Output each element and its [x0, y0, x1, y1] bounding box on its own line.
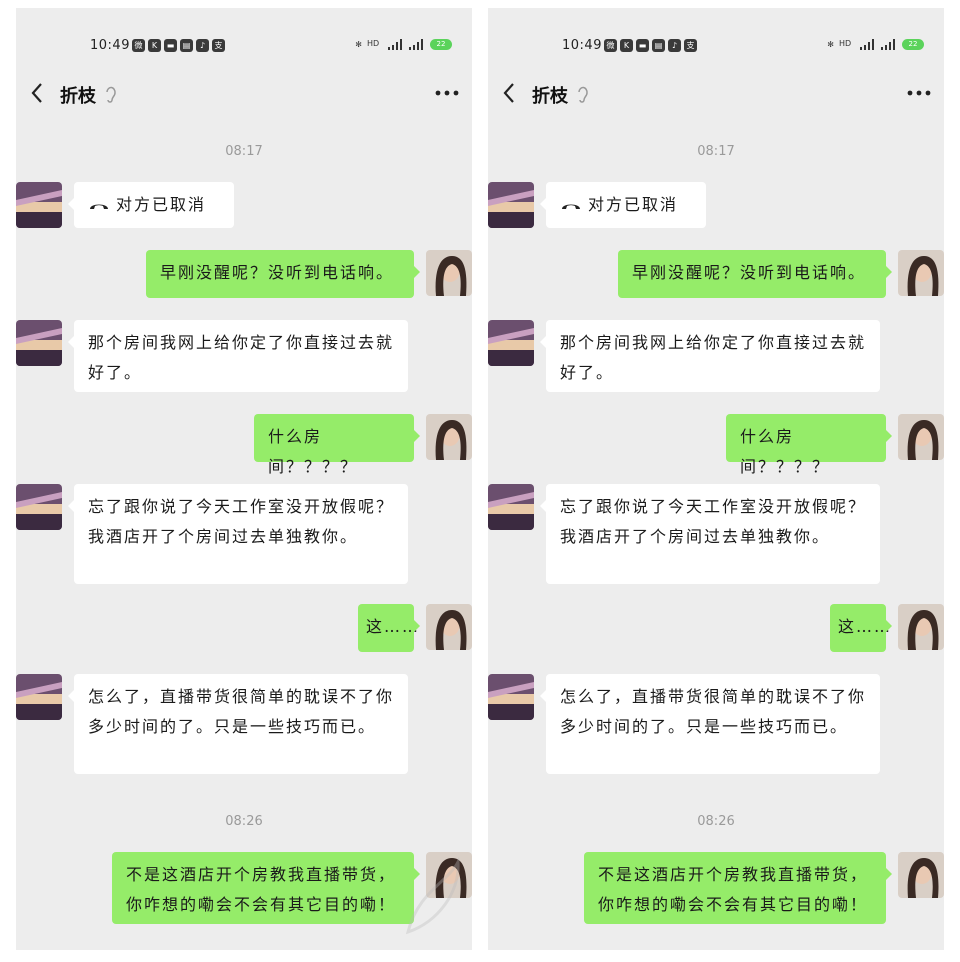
- message-bubble-outgoing[interactable]: 这……: [358, 604, 420, 652]
- message-bubble-outgoing[interactable]: 什么房间？？？？: [726, 414, 892, 476]
- more-options-icon[interactable]: [906, 86, 932, 100]
- watermark-graphic: [405, 856, 460, 935]
- app-notification-icon: ▬: [636, 39, 649, 52]
- message-timestamp: 08:17: [697, 144, 735, 159]
- contact-avatar[interactable]: [488, 182, 534, 228]
- contact-avatar[interactable]: [488, 484, 534, 530]
- message-timestamp: 08:26: [225, 814, 263, 829]
- signal-icon: [388, 39, 404, 50]
- back-arrow-icon[interactable]: [498, 78, 520, 108]
- voice-call-record[interactable]: 对方已取消: [68, 182, 234, 228]
- signal-icon: [409, 39, 425, 50]
- message-bubble-incoming[interactable]: 忘了跟你说了今天工作室没开放假呢？我酒店开了个房间过去单独教你。: [68, 484, 408, 584]
- message-bubble-outgoing[interactable]: 什么房间？？？？: [254, 414, 420, 476]
- status-bar: 10:49 微 K ▬ ▤ ♪ 支 ✻ HD 22: [488, 36, 944, 58]
- my-avatar[interactable]: [426, 414, 472, 460]
- message-timestamp: 08:17: [225, 144, 263, 159]
- voice-call-record[interactable]: 对方已取消: [540, 182, 706, 228]
- contact-avatar[interactable]: [488, 674, 534, 720]
- status-time: 10:49: [562, 38, 602, 53]
- my-avatar[interactable]: [898, 852, 944, 898]
- vibrate-icon: ✻: [827, 40, 834, 49]
- alipay-notification-icon: 支: [684, 39, 697, 52]
- notification-icons: 微 K ▬ ▤ ♪ 支: [132, 39, 225, 52]
- message-bubble-outgoing[interactable]: 不是这酒店开个房教我直播带货，你咋想的嘞会不会有其它目的嘞！: [112, 852, 420, 924]
- contact-avatar[interactable]: [16, 320, 62, 366]
- message-bubble-outgoing[interactable]: 早刚没醒呢？没听到电话响。: [618, 250, 892, 298]
- kuaishou-notification-icon: K: [620, 39, 633, 52]
- message-bubble-incoming[interactable]: 那个房间我网上给你定了你直接过去就好了。: [540, 320, 880, 392]
- signal-icon: [860, 39, 876, 50]
- chat-screen-left: 10:49 微 K ▬ ▤ ♪ 支 ✻ HD 22 折枝 08:17 对方已取消…: [16, 8, 472, 950]
- chat-header: 折枝: [488, 72, 944, 116]
- my-avatar[interactable]: [898, 250, 944, 296]
- message-bubble-outgoing[interactable]: 不是这酒店开个房教我直播带货，你咋想的嘞会不会有其它目的嘞！: [584, 852, 892, 924]
- app-notification-icon: ▤: [652, 39, 665, 52]
- notification-icons: 微 K ▬ ▤ ♪ 支: [604, 39, 697, 52]
- ear-icon: [578, 86, 588, 103]
- signal-icon: [881, 39, 897, 50]
- my-avatar[interactable]: [898, 414, 944, 460]
- app-notification-icon: ▤: [180, 39, 193, 52]
- battery-icon: 22: [430, 39, 452, 50]
- hd-icon: HD: [367, 39, 380, 48]
- douyin-notification-icon: ♪: [196, 39, 209, 52]
- wechat-notification-icon: 微: [132, 39, 145, 52]
- alipay-notification-icon: 支: [212, 39, 225, 52]
- chat-screen-right: 10:49 微 K ▬ ▤ ♪ 支 ✻ HD 22 折枝 08:17 对方已取消…: [488, 8, 944, 950]
- message-bubble-incoming[interactable]: 忘了跟你说了今天工作室没开放假呢？我酒店开了个房间过去单独教你。: [540, 484, 880, 584]
- status-time: 10:49: [90, 38, 130, 53]
- chat-title: 折枝: [60, 86, 96, 107]
- call-status-text: 对方已取消: [588, 195, 679, 214]
- status-bar: 10:49 微 K ▬ ▤ ♪ 支 ✻ HD 22: [16, 36, 472, 58]
- my-avatar[interactable]: [426, 604, 472, 650]
- message-bubble-outgoing[interactable]: 早刚没醒呢？没听到电话响。: [146, 250, 420, 298]
- contact-avatar[interactable]: [16, 674, 62, 720]
- message-bubble-incoming[interactable]: 怎么了，直播带货很简单的耽误不了你多少时间的了。只是一些技巧而已。: [68, 674, 408, 774]
- message-timestamp: 08:26: [697, 814, 735, 829]
- status-right: ✻ HD 22: [827, 39, 924, 50]
- chat-header: 折枝: [16, 72, 472, 116]
- contact-avatar[interactable]: [488, 320, 534, 366]
- chat-title: 折枝: [532, 86, 568, 107]
- contact-avatar[interactable]: [16, 182, 62, 228]
- back-arrow-icon[interactable]: [26, 78, 48, 108]
- douyin-notification-icon: ♪: [668, 39, 681, 52]
- my-avatar[interactable]: [426, 250, 472, 296]
- call-status-text: 对方已取消: [116, 195, 207, 214]
- phone-hangup-icon: [562, 204, 580, 209]
- ear-icon: [106, 86, 116, 103]
- app-notification-icon: ▬: [164, 39, 177, 52]
- message-bubble-incoming[interactable]: 怎么了，直播带货很简单的耽误不了你多少时间的了。只是一些技巧而已。: [540, 674, 880, 774]
- contact-avatar[interactable]: [16, 484, 62, 530]
- message-bubble-incoming[interactable]: 那个房间我网上给你定了你直接过去就好了。: [68, 320, 408, 392]
- battery-icon: 22: [902, 39, 924, 50]
- more-options-icon[interactable]: [434, 86, 460, 100]
- vibrate-icon: ✻: [355, 40, 362, 49]
- status-right: ✻ HD 22: [355, 39, 452, 50]
- phone-hangup-icon: [90, 204, 108, 209]
- hd-icon: HD: [839, 39, 852, 48]
- kuaishou-notification-icon: K: [148, 39, 161, 52]
- my-avatar[interactable]: [898, 604, 944, 650]
- wechat-notification-icon: 微: [604, 39, 617, 52]
- message-bubble-outgoing[interactable]: 这……: [830, 604, 892, 652]
